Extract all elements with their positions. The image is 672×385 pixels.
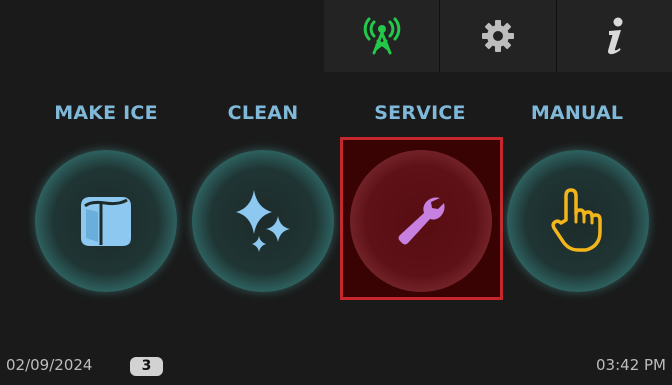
- wrench-icon: [398, 197, 445, 245]
- service-button[interactable]: [350, 150, 492, 292]
- ice-cube-icon: [81, 197, 131, 246]
- radio-tower-icon: [363, 17, 400, 55]
- hand-pointer-icon: [551, 188, 602, 252]
- control-panel-screen: MAKE ICE CLEAN SERVICE MANUAL 02/09/2024…: [0, 0, 672, 385]
- make-ice-label: MAKE ICE: [54, 102, 158, 124]
- make-ice-button[interactable]: [35, 150, 177, 292]
- notification-badge[interactable]: 3: [130, 357, 163, 376]
- status-time: 03:42 PM: [596, 356, 666, 374]
- info-icon: [608, 17, 623, 55]
- connectivity-button[interactable]: [324, 0, 439, 72]
- status-date: 02/09/2024: [6, 356, 93, 374]
- settings-button[interactable]: [439, 0, 555, 72]
- manual-button[interactable]: [507, 150, 649, 292]
- manual-label: MANUAL: [530, 102, 624, 124]
- clean-button[interactable]: [192, 150, 334, 292]
- info-button[interactable]: [555, 0, 672, 72]
- sparkle-icon: [236, 190, 290, 252]
- service-label: SERVICE: [374, 102, 466, 124]
- clean-label: CLEAN: [227, 102, 299, 124]
- gear-icon: [481, 20, 514, 52]
- top-toolbar: [324, 0, 672, 72]
